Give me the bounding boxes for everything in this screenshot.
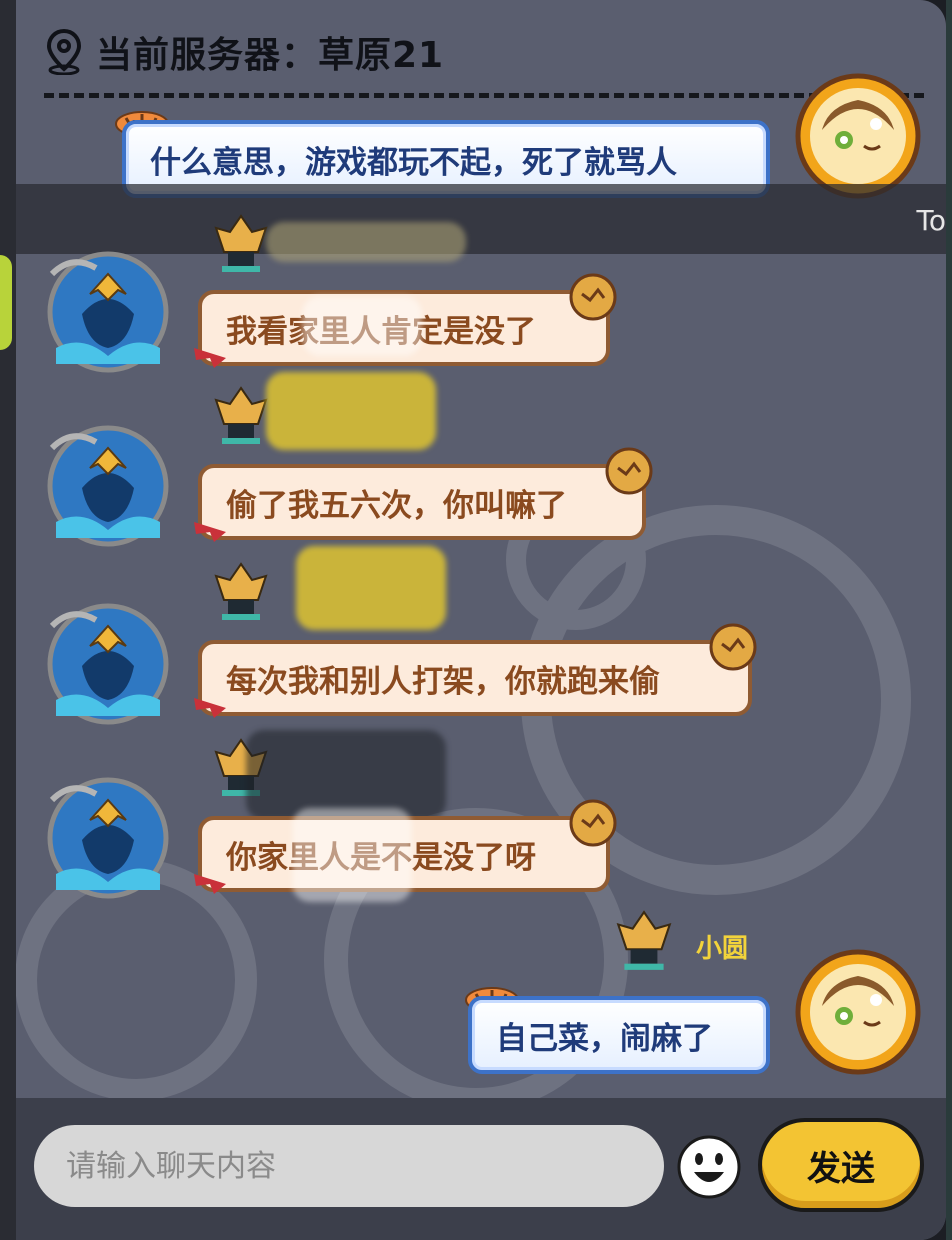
sender-name: 小圆	[696, 934, 749, 964]
message-text: 偷了我五六次，你叫嘛了	[226, 487, 567, 524]
rank-badge-icon	[214, 386, 268, 444]
redacted-text	[302, 296, 422, 356]
redacted-username	[296, 546, 446, 630]
notice-text: To	[916, 204, 946, 237]
left-edge	[0, 0, 16, 1240]
server-header: 当前服务器：草原21	[46, 22, 444, 82]
rank-badge-icon	[214, 562, 268, 620]
chat-bubble-other: 每次我和别人打架，你就跑来偷	[198, 640, 752, 716]
chat-bubble-other: 偷了我五六次，你叫嘛了	[198, 464, 646, 540]
ribbon-decoration-icon	[194, 348, 226, 368]
redacted-text	[292, 808, 412, 902]
chat-bubble-self: 自己菜，闹麻了	[468, 996, 770, 1074]
send-button[interactable]: 发送	[758, 1118, 924, 1212]
right-edge	[946, 0, 952, 1240]
avatar-other-player[interactable]	[42, 596, 174, 728]
ribbon-decoration-icon	[194, 522, 226, 542]
cookie-decoration-icon	[605, 447, 653, 495]
ribbon-decoration-icon	[194, 698, 226, 718]
redacted-username	[266, 372, 436, 450]
redacted-username	[266, 222, 466, 262]
rank-badge-icon	[616, 910, 672, 970]
cookie-decoration-icon	[569, 273, 617, 321]
avatar-self[interactable]	[792, 946, 924, 1078]
chat-input-bar: 发送	[16, 1098, 946, 1240]
ribbon-decoration-icon	[194, 874, 226, 894]
message-text: 什么意思，游戏都玩不起，死了就骂人	[150, 144, 677, 181]
rank-badge-icon	[214, 214, 268, 272]
avatar-other-player[interactable]	[42, 418, 174, 550]
current-server-label: 当前服务器：草原21	[96, 35, 445, 76]
chat-input[interactable]	[34, 1125, 664, 1207]
chat-panel: 当前服务器：草原21 什么意思，游戏都玩不起，死了就骂人 To 我看家里人肯定是…	[16, 0, 946, 1240]
map-pin-icon	[46, 29, 82, 75]
avatar-self[interactable]	[792, 70, 924, 202]
cookie-decoration-icon	[709, 623, 757, 671]
avatar-other-player[interactable]	[42, 770, 174, 902]
smiley-face-icon[interactable]	[676, 1134, 742, 1200]
message-text: 每次我和别人打架，你就跑来偷	[226, 663, 660, 700]
avatar-other-player[interactable]	[42, 244, 174, 376]
cookie-decoration-icon	[569, 799, 617, 847]
redacted-username	[246, 730, 446, 820]
message-text: 自己菜，闹麻了	[496, 1020, 713, 1057]
left-edge-tab	[0, 255, 12, 350]
